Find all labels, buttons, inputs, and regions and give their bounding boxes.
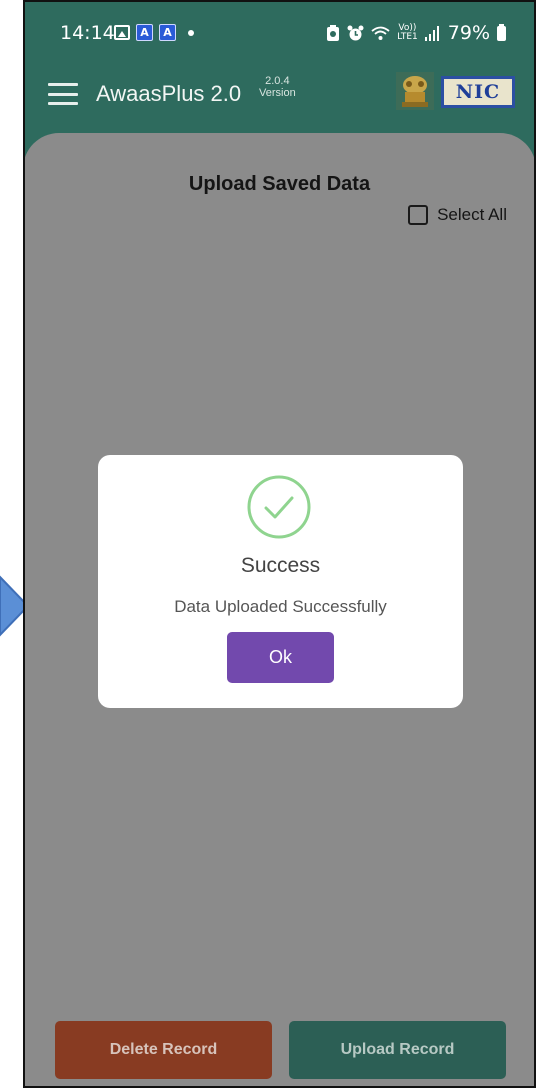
status-time: 14:14 xyxy=(60,22,115,44)
battery-saver-icon xyxy=(327,24,340,41)
lte-label: LTE1 xyxy=(397,32,418,42)
volte-indicator: Vo)) LTE1 xyxy=(397,24,418,42)
success-dialog: Success Data Uploaded Successfully Ok xyxy=(98,455,463,708)
battery-icon xyxy=(497,23,506,41)
version-number: 2.0.4 xyxy=(265,75,290,87)
app-title: AwaasPlus 2.0 xyxy=(96,81,242,106)
nic-logo: NIC xyxy=(441,76,515,108)
a-app-icon: A xyxy=(159,24,176,41)
phone-screen: 14:14 A A Vo)) LTE1 79% AwaasPlus 2.0 2.… xyxy=(23,0,536,1088)
status-notification-icons: A A xyxy=(114,24,194,41)
battery-percent: 79% xyxy=(447,22,490,44)
alarm-icon xyxy=(347,25,364,40)
content-panel: Upload Saved Data Select All Delete Reco… xyxy=(23,133,536,1088)
version-label: Version xyxy=(259,87,296,99)
a-app-icon: A xyxy=(136,24,153,41)
dialog-title: Success xyxy=(240,554,321,577)
delete-record-button[interactable]: Delete Record xyxy=(55,1021,272,1079)
hamburger-menu-icon[interactable] xyxy=(48,83,78,105)
select-all-label: Select All xyxy=(437,205,507,224)
page-title: Upload Saved Data xyxy=(188,173,371,195)
national-emblem-icon xyxy=(396,72,434,110)
select-all-checkbox[interactable] xyxy=(408,205,429,225)
dialog-message: Data Uploaded Successfully xyxy=(174,597,387,616)
signal-icon xyxy=(424,25,439,41)
more-notifications-dot-icon xyxy=(188,29,194,36)
app-bar: AwaasPlus 2.0 2.0.4 Version NIC xyxy=(23,62,536,132)
ok-button[interactable]: Ok xyxy=(227,632,334,683)
upload-record-button[interactable]: Upload Record xyxy=(289,1021,506,1079)
check-circle-icon xyxy=(247,475,311,539)
wifi-icon xyxy=(371,26,390,40)
status-bar: 14:14 A A Vo)) LTE1 79% xyxy=(23,0,536,60)
status-system-icons: Vo)) LTE1 79% xyxy=(326,22,506,44)
gallery-icon xyxy=(114,25,130,40)
version-info: 2.0.4 Version xyxy=(259,75,296,99)
select-all-control[interactable]: Select All xyxy=(408,205,507,225)
